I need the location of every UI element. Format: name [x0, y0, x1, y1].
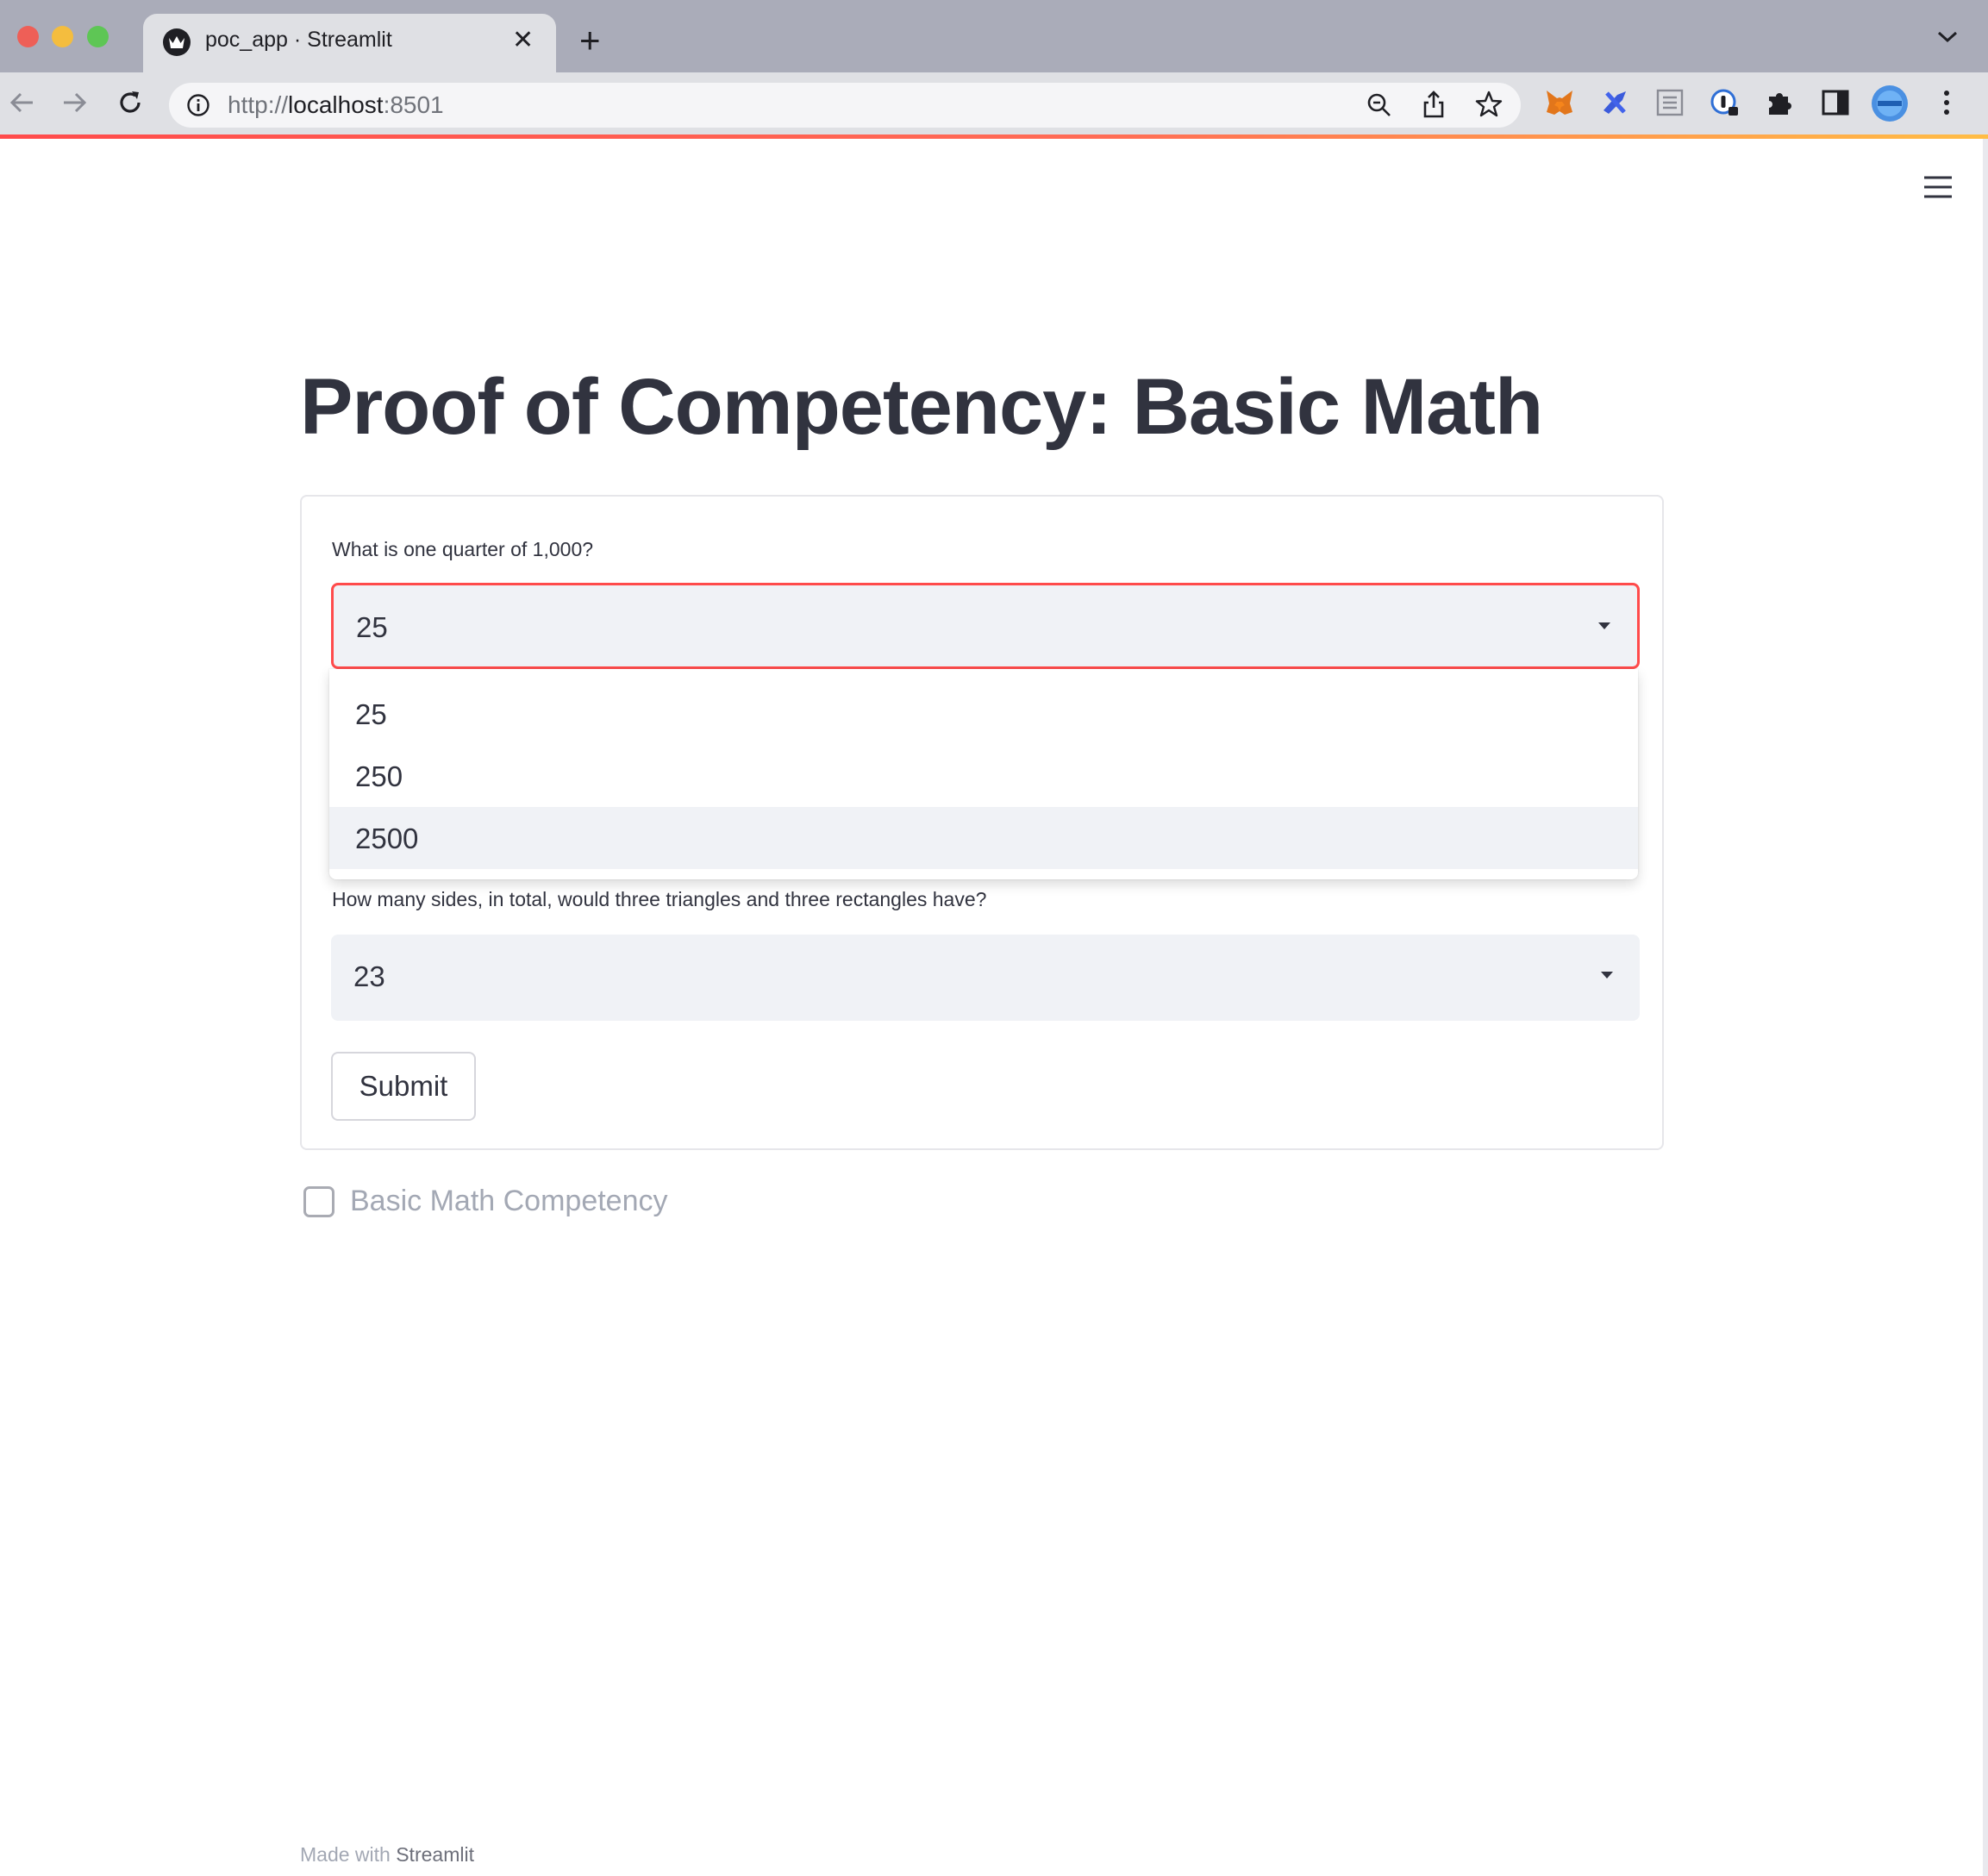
window-edge [1983, 139, 1988, 1876]
address-bar[interactable]: http://localhost:8501 [169, 83, 1521, 128]
new-tab-button[interactable]: + [579, 22, 601, 59]
reader-icon[interactable] [1655, 88, 1685, 117]
question-1-label: What is one quarter of 1,000? [332, 538, 594, 560]
puzzle-icon[interactable] [1766, 88, 1795, 117]
tab-search-chevron-icon[interactable] [1935, 29, 1960, 45]
dropdown-option[interactable]: 25 [329, 683, 1638, 745]
hamburger-menu-icon[interactable] [1922, 174, 1954, 200]
url-text: http://localhost:8501 [228, 91, 444, 119]
url-host: localhost [288, 91, 384, 118]
question-2-selected-value: 23 [353, 960, 385, 992]
browser-tab[interactable]: poc_app · Streamlit ✕ [143, 14, 556, 72]
submit-button[interactable]: Submit [331, 1052, 476, 1121]
question-1-dropdown-menu: 25 250 2500 [329, 669, 1638, 879]
tab-title: poc_app · Streamlit [205, 28, 392, 52]
dropdown-option-highlighted[interactable]: 2500 [329, 807, 1638, 869]
back-arrow-icon[interactable] [7, 88, 36, 117]
browser-toolbar: http://localhost:8501 [0, 72, 1988, 134]
question-1-selected-value: 25 [356, 611, 388, 643]
caret-down-icon [1601, 972, 1613, 979]
bookmark-star-icon[interactable] [1474, 90, 1504, 119]
footer-streamlit-link[interactable]: Streamlit [396, 1843, 474, 1866]
close-window-button[interactable] [17, 26, 39, 47]
footer-prefix: Made with [300, 1843, 391, 1866]
footer: Made with Streamlit [300, 1843, 474, 1867]
page-top-decoration [0, 134, 1988, 139]
dropdown-option[interactable]: 250 [329, 745, 1638, 807]
competency-checkbox-label: Basic Math Competency [350, 1185, 668, 1217]
profile-avatar[interactable] [1871, 84, 1909, 122]
site-info-icon[interactable] [186, 93, 210, 117]
metamask-icon[interactable] [1544, 88, 1575, 117]
zoom-out-icon[interactable] [1366, 91, 1393, 119]
page-title: Proof of Competency: Basic Math [300, 363, 1543, 451]
close-tab-icon[interactable]: ✕ [512, 26, 534, 55]
url-port: :8501 [383, 91, 444, 118]
password-icon[interactable] [1710, 88, 1741, 119]
minimize-window-button[interactable] [52, 26, 73, 47]
question-1-select[interactable]: 25 [331, 583, 1640, 669]
dropdown-option-label: 250 [355, 760, 403, 792]
dropdown-option-label: 25 [355, 698, 387, 730]
browser-tab-strip: poc_app · Streamlit ✕ + [0, 0, 1988, 72]
question-2-label: How many sides, in total, would three tr… [332, 888, 987, 910]
dropdown-option-label: 2500 [355, 822, 419, 854]
streamlit-crown-icon [163, 28, 191, 56]
caret-down-icon [1598, 622, 1610, 629]
question-2-select[interactable]: 23 [331, 935, 1640, 1021]
kebab-menu-icon[interactable] [1938, 88, 1955, 117]
sidebar-icon[interactable] [1821, 88, 1850, 117]
share-icon[interactable] [1421, 90, 1447, 119]
url-scheme: http:// [228, 91, 289, 118]
forward-arrow-icon[interactable] [60, 88, 90, 117]
extension-icon[interactable] [1600, 88, 1631, 117]
zoom-window-button[interactable] [87, 26, 109, 47]
reload-icon[interactable] [116, 88, 145, 117]
competency-checkbox[interactable] [303, 1186, 334, 1217]
